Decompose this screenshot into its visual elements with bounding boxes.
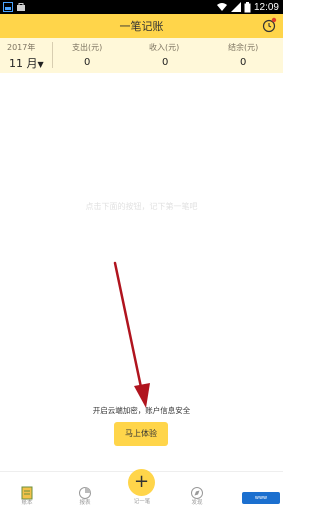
income-label: 收入(元) (149, 43, 180, 52)
empty-state-text: 点击下面的按钮，记下第一笔吧 (85, 202, 198, 211)
month-text: 11 月 (9, 57, 38, 70)
dropdown-arrow-icon: ▼ (37, 60, 44, 69)
status-right: 12:09 (216, 0, 279, 14)
watermark-logo: www (242, 492, 280, 504)
nav-label-discover: 发现 (191, 500, 203, 506)
date-selector[interactable]: 2017年 11 月▼ (0, 38, 50, 73)
status-bar: 12:09 (0, 0, 283, 14)
balance-value: 0 (240, 57, 247, 68)
balance-summary: 结余(元) 0 (207, 38, 283, 73)
status-time: 12:09 (253, 1, 279, 13)
nav-item-discover[interactable]: 发现 (177, 472, 217, 506)
expense-label: 支出(元) (72, 43, 103, 52)
image-notification-icon (3, 2, 13, 12)
cloud-encryption-prompt: 开启云端加密，账户信息安全 (92, 406, 191, 415)
nav-label-ledger: 账本 (21, 500, 33, 506)
add-entry-button[interactable]: + (128, 469, 155, 496)
nav-item-ledger[interactable]: 账本 (7, 472, 47, 506)
nav-label-add: 记一笔 (133, 499, 151, 505)
nav-label-report: 报表 (79, 500, 91, 506)
try-now-button[interactable]: 马上体验 (114, 422, 168, 446)
nav-item-report[interactable]: 报表 (65, 472, 105, 506)
month-value: 11 月▼ (9, 55, 44, 71)
expense-value: 0 (84, 57, 91, 68)
summary-band: 2017年 11 月▼ 支出(元) 0 收入(元) 0 结余(元) 0 (0, 38, 283, 73)
balance-label: 结余(元) (228, 43, 259, 52)
expense-summary: 支出(元) 0 (53, 38, 130, 73)
clock-icon[interactable] (261, 17, 277, 33)
bag-notification-icon (17, 3, 25, 11)
income-summary: 收入(元) 0 (130, 38, 207, 73)
app-header: 一笔记账 (0, 14, 283, 38)
income-value: 0 (162, 57, 169, 68)
wifi-icon (216, 3, 227, 11)
plus-icon: + (133, 471, 150, 492)
battery-icon (244, 1, 251, 12)
app-title: 一笔记账 (119, 20, 164, 33)
signal-icon (230, 2, 241, 12)
year-label: 2017年 (7, 43, 36, 52)
